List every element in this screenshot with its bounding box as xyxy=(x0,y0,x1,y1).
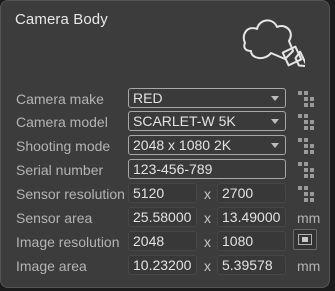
panel-title: Camera Body xyxy=(15,11,108,28)
serial-number-input[interactable]: 123-456-789 xyxy=(128,159,286,179)
camera-make-value: RED xyxy=(133,90,163,106)
dimension-separator: x xyxy=(204,234,211,250)
sensor-resolution-height-field[interactable]: 2700 xyxy=(217,183,286,203)
chevron-down-icon xyxy=(271,119,279,124)
grid-preset-icon[interactable] xyxy=(298,162,316,178)
image-area-height-field[interactable]: 5.39578 xyxy=(217,255,286,275)
image-resolution-width-value: 2048 xyxy=(133,233,165,249)
row-image-resolution: Image resolution 2048 x 1080 xyxy=(1,229,331,253)
shooting-mode-select[interactable]: 2048 x 1080 2K xyxy=(128,135,286,155)
row-camera-make: Camera make RED xyxy=(1,88,331,110)
camera-model-value: SCARLET-W 5K xyxy=(133,113,236,129)
image-resolution-label: Image resolution xyxy=(16,234,120,250)
camera-model-label: Camera model xyxy=(16,114,108,130)
chevron-down-icon xyxy=(271,143,279,148)
image-area-height-value: 5.39578 xyxy=(222,257,273,273)
chevron-down-icon xyxy=(271,96,279,101)
image-area-width-field[interactable]: 10.23200 xyxy=(128,255,197,275)
image-area-label: Image area xyxy=(16,258,87,274)
serial-number-label: Serial number xyxy=(16,162,104,178)
sensor-resolution-label: Sensor resolution xyxy=(16,186,125,202)
sensor-resolution-width-field[interactable]: 5120 xyxy=(128,183,197,203)
camera-body-panel: Camera Body Camera make RED Camera model… xyxy=(0,0,330,288)
row-image-area: Image area 10.23200 x 5.39578 mm xyxy=(1,255,331,277)
dimension-separator: x xyxy=(204,210,211,226)
fit-to-sensor-icon[interactable] xyxy=(293,229,317,250)
camera-body-icon xyxy=(242,19,305,68)
sensor-area-height-value: 13.49000 xyxy=(222,209,281,225)
sensor-area-width-field[interactable]: 25.58000 xyxy=(128,207,197,227)
image-area-unit: mm xyxy=(297,258,321,274)
sensor-area-label: Sensor area xyxy=(16,210,93,226)
row-sensor-area: Sensor area 25.58000 x 13.49000 mm xyxy=(1,207,331,229)
sensor-area-unit: mm xyxy=(297,210,321,226)
dimension-separator: x xyxy=(204,186,211,202)
shooting-mode-value: 2048 x 1080 2K xyxy=(133,137,232,153)
sensor-resolution-height-value: 2700 xyxy=(222,185,254,201)
sensor-resolution-width-value: 5120 xyxy=(133,185,165,201)
row-serial-number: Serial number 123-456-789 xyxy=(1,159,331,181)
sensor-area-height-field[interactable]: 13.49000 xyxy=(217,207,286,227)
grid-preset-icon[interactable] xyxy=(298,114,316,130)
grid-preset-icon[interactable] xyxy=(298,138,316,154)
row-sensor-resolution: Sensor resolution 5120 x 2700 xyxy=(1,183,331,205)
camera-model-select[interactable]: SCARLET-W 5K xyxy=(128,111,286,131)
camera-make-label: Camera make xyxy=(16,91,104,107)
serial-number-value: 123-456-789 xyxy=(133,161,213,177)
sensor-area-width-value: 25.58000 xyxy=(133,209,192,225)
grid-preset-icon[interactable] xyxy=(298,186,316,202)
image-resolution-height-field[interactable]: 1080 xyxy=(217,231,286,251)
dimension-separator: x xyxy=(204,258,211,274)
image-resolution-width-field[interactable]: 2048 xyxy=(128,231,197,251)
row-shooting-mode: Shooting mode 2048 x 1080 2K xyxy=(1,135,331,157)
image-area-width-value: 10.23200 xyxy=(133,257,192,273)
image-resolution-height-value: 1080 xyxy=(222,233,254,249)
shooting-mode-label: Shooting mode xyxy=(16,138,111,154)
grid-preset-icon[interactable] xyxy=(298,91,316,107)
camera-make-select[interactable]: RED xyxy=(128,88,286,108)
row-camera-model: Camera model SCARLET-W 5K xyxy=(1,111,331,133)
